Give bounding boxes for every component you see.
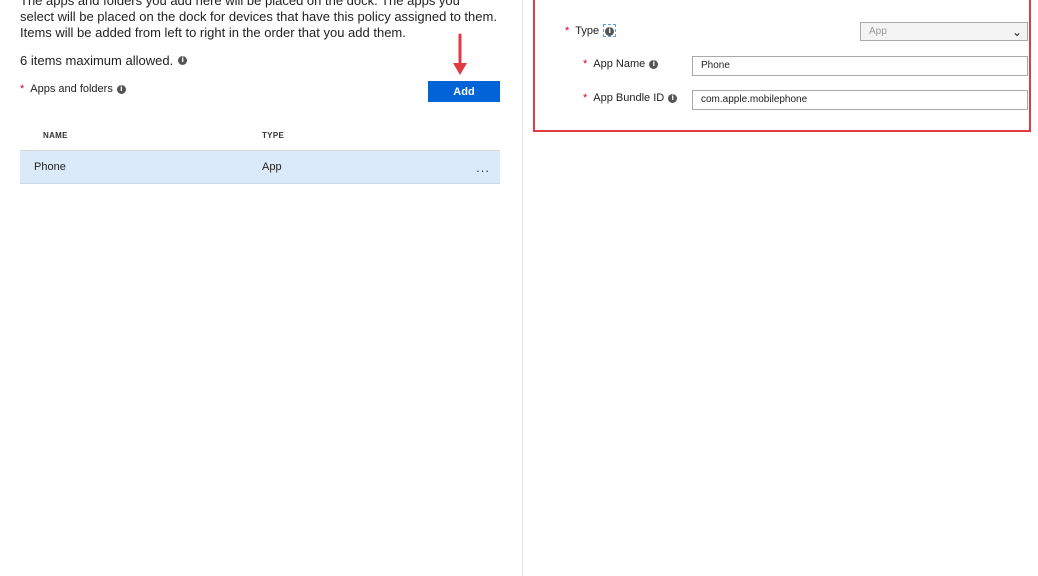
info-icon[interactable]: i	[668, 93, 678, 103]
type-select[interactable]: App ⌄	[860, 22, 1028, 41]
row-type-cell: App	[262, 161, 282, 173]
info-icon[interactable]: i	[116, 84, 126, 94]
add-button[interactable]: Add	[428, 81, 500, 102]
table-row[interactable]: Phone App ...	[20, 151, 500, 184]
dock-settings-pane: The apps and folders you add here will b…	[0, 0, 522, 576]
description-line-1: The apps and folders you add here will b…	[20, 0, 460, 8]
info-icon[interactable]: i	[649, 59, 659, 69]
app-name-label: * App Name i	[583, 58, 659, 70]
bundle-id-field-row: * App Bundle ID i	[583, 92, 678, 104]
type-select-value: App	[869, 26, 887, 37]
table-header: NAME TYPE	[20, 120, 500, 151]
app-name-input[interactable]: Phone	[692, 56, 1028, 76]
required-star: *	[583, 58, 588, 70]
apps-and-folders-text: Apps and folders	[30, 83, 113, 95]
type-label: * Type i	[565, 24, 617, 37]
column-header-type[interactable]: TYPE	[262, 131, 442, 140]
add-item-pane: * Type i App ⌄ * App Name i Phone * App …	[523, 0, 1038, 576]
info-icon[interactable]: i	[178, 56, 188, 65]
description-line-3: Items will be added from left to right i…	[20, 25, 406, 40]
apps-table: NAME TYPE Phone App ...	[20, 120, 500, 184]
max-items-text: 6 items maximum allowed.	[20, 53, 174, 68]
max-items-note: 6 items maximum allowed. i	[20, 53, 188, 68]
row-name-cell: Phone	[34, 161, 66, 173]
bundle-id-label-text: App Bundle ID	[593, 92, 665, 104]
red-arrow-annotation-icon	[453, 33, 467, 75]
required-star: *	[20, 83, 25, 95]
bundle-id-input[interactable]: com.apple.mobilephone	[692, 90, 1028, 110]
column-header-name[interactable]: NAME	[20, 131, 262, 140]
apps-and-folders-label: * Apps and folders i	[20, 83, 126, 95]
dock-description: The apps and folders you add here will b…	[20, 0, 500, 41]
bundle-id-label: * App Bundle ID i	[583, 92, 678, 104]
info-icon[interactable]: i	[605, 27, 615, 36]
type-label-text: Type	[575, 24, 600, 37]
app-name-label-text: App Name	[593, 58, 646, 70]
required-star: *	[565, 24, 570, 37]
description-line-2: select will be placed on the dock for de…	[20, 9, 497, 24]
chevron-down-icon: ⌄	[1011, 25, 1022, 39]
type-field-row: * Type i	[565, 24, 617, 37]
required-star: *	[583, 92, 588, 104]
add-item-form: * Type i App ⌄ * App Name i Phone * App …	[533, 0, 1031, 132]
app-name-field-row: * App Name i	[583, 58, 659, 70]
type-info-focus[interactable]: i	[603, 24, 617, 37]
more-options-icon[interactable]: ...	[476, 160, 490, 175]
